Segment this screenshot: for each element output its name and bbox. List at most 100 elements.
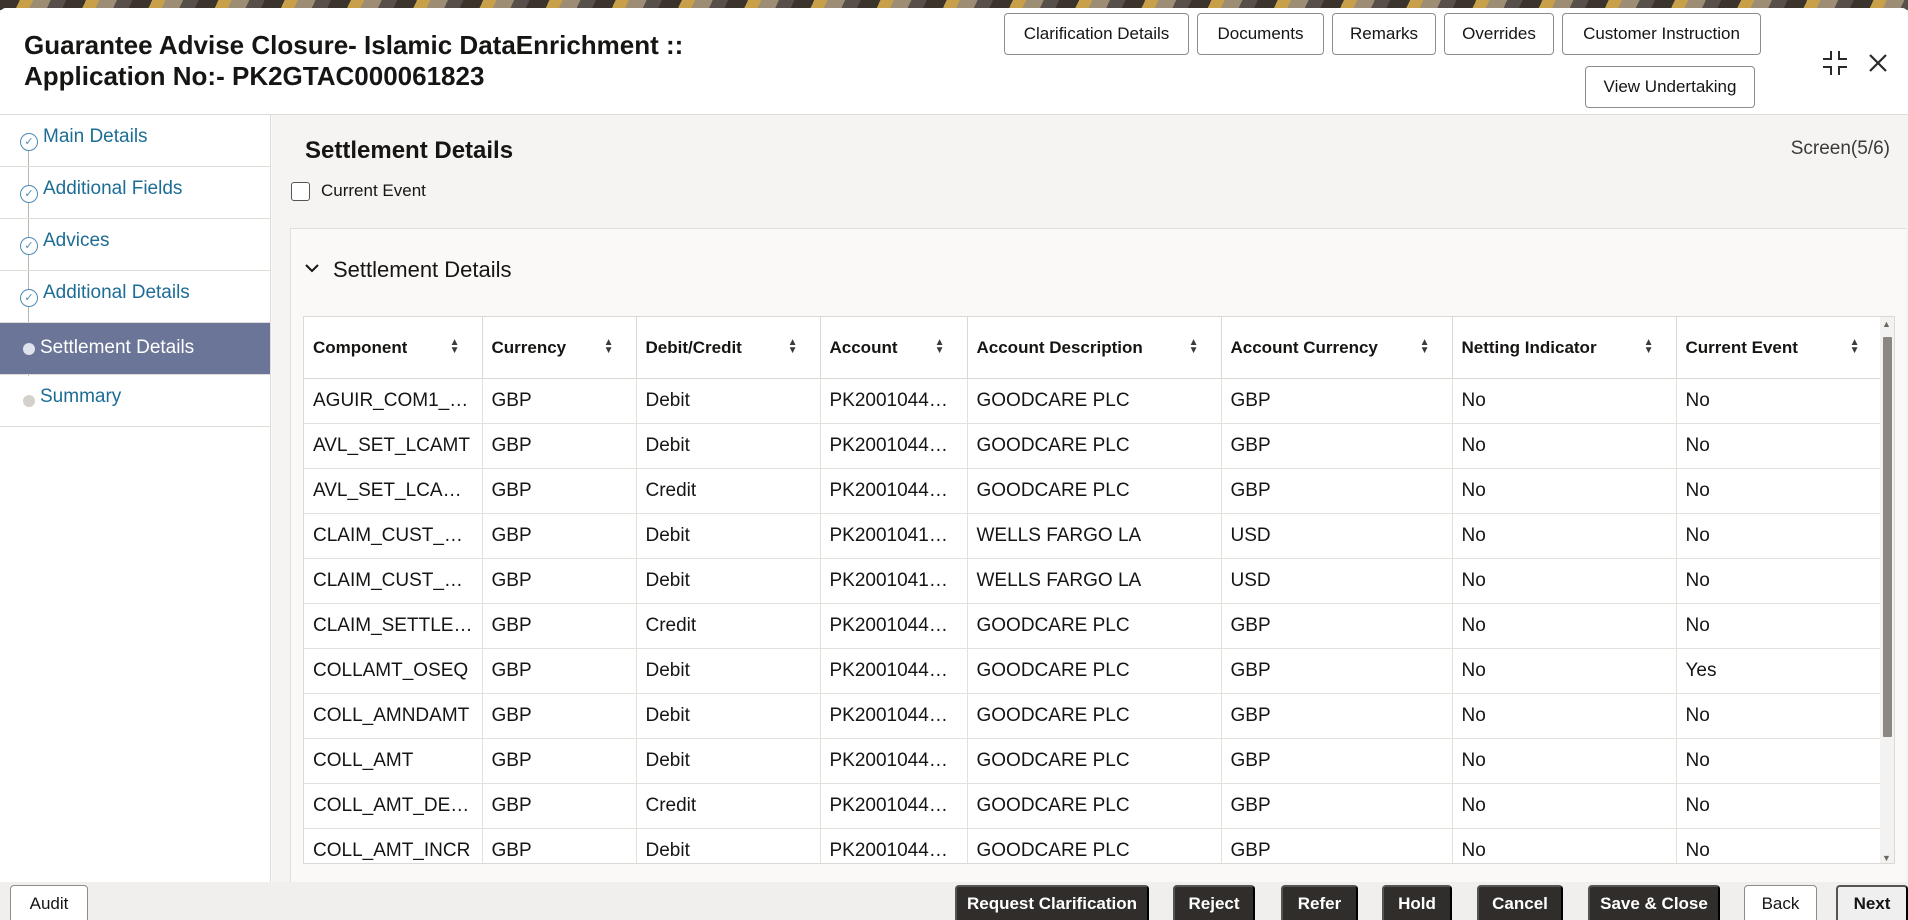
sort-icon[interactable]: ▲ ▼ (1420, 338, 1430, 356)
table-cell: GBP (482, 423, 637, 469)
collapse-icon[interactable] (1820, 48, 1850, 78)
table-cell: COLLAMT_OSEQ (304, 648, 483, 694)
table-row[interactable]: COLL_AMT_INCRGBPDebitPK2001044000001GOOD… (304, 828, 1883, 863)
table-row[interactable]: COLL_AMTGBPDebitPK2001044000001GOODCARE … (304, 738, 1883, 784)
scrollbar-thumb[interactable] (1883, 337, 1892, 737)
column-header-component[interactable]: Component ▲ ▼ (304, 317, 483, 379)
column-header-account[interactable]: Account ▲ ▼ (820, 317, 968, 379)
clarification-details-button[interactable]: Clarification Details (1004, 13, 1189, 55)
table-row[interactable]: CLAIM_SETTLE_AMTGBPCreditPK2001044000001… (304, 603, 1883, 649)
table-row[interactable]: CLAIM_CUST_AMT_EQGBPDebitPK2001041000001… (304, 558, 1883, 604)
column-header-debit-credit[interactable]: Debit/Credit ▲ ▼ (636, 317, 821, 379)
table-cell: GOODCARE PLC (967, 828, 1222, 863)
table-cell: GBP (482, 648, 637, 694)
column-header-netting-indicator[interactable]: Netting Indicator ▲ ▼ (1452, 317, 1677, 379)
table-row[interactable]: AGUIR_COM1_LIQDGBPDebitPK2001044000001GO… (304, 378, 1883, 424)
refer-button[interactable]: Refer (1281, 885, 1358, 920)
table-cell: Debit (636, 423, 821, 469)
reject-button[interactable]: Reject (1173, 885, 1255, 920)
current-event-checkbox[interactable]: Current Event (291, 181, 426, 201)
remarks-button[interactable]: Remarks (1332, 13, 1436, 55)
table-cell: No (1452, 468, 1677, 514)
cancel-button[interactable]: Cancel (1477, 885, 1563, 920)
table-cell: No (1452, 378, 1677, 424)
table-header-row: Component ▲ ▼ Currency ▲ ▼ Debit/Credit ▲ ▼ Ac… (304, 317, 1883, 379)
sort-icon[interactable]: ▲ ▼ (788, 338, 798, 356)
table-cell: CLAIM_CUST_AMT (304, 513, 483, 559)
sidebar-item-label: Main Details (43, 126, 148, 147)
column-header-current-event[interactable]: Current Event ▲ ▼ (1676, 317, 1883, 379)
checkmark-icon: ✓ (20, 185, 38, 203)
table-cell: GBP (482, 828, 637, 863)
table-row[interactable]: COLL_AMT_DECRGBPCreditPK2001044000001GOO… (304, 783, 1883, 829)
column-header-account-description[interactable]: Account Description ▲ ▼ (967, 317, 1222, 379)
table-cell: No (1676, 468, 1883, 514)
sort-icon[interactable]: ▲ ▼ (450, 338, 460, 356)
table-cell: GOODCARE PLC (967, 738, 1222, 784)
sort-icon[interactable]: ▲ ▼ (604, 338, 614, 356)
table-cell: Credit (636, 783, 821, 829)
scroll-down-icon[interactable]: ▼ (1882, 853, 1891, 863)
table-cell: USD (1221, 513, 1453, 559)
table-cell: GOODCARE PLC (967, 468, 1222, 514)
table-cell: No (1676, 513, 1883, 559)
column-header-currency[interactable]: Currency ▲ ▼ (482, 317, 637, 379)
audit-button[interactable]: Audit (10, 885, 88, 920)
table-cell: CLAIM_CUST_AMT_EQ (304, 558, 483, 604)
request-clarification-button[interactable]: Request Clarification (955, 885, 1149, 920)
table-cell: No (1676, 783, 1883, 829)
section-title: Settlement Details (333, 257, 512, 282)
table-row[interactable]: AVL_SET_LCAMT_EQGBPCreditPK2001044000001… (304, 468, 1883, 514)
table-cell: No (1452, 513, 1677, 559)
table-cell: GBP (482, 558, 637, 604)
sidebar-item-additional-fields[interactable]: ✓ Additional Fields (0, 167, 270, 219)
table-cell: GOODCARE PLC (967, 783, 1222, 829)
table-cell: Credit (636, 603, 821, 649)
checkbox-icon[interactable] (291, 181, 310, 201)
sort-icon[interactable]: ▲ ▼ (1850, 338, 1860, 356)
table-cell: WELLS FARGO LA (967, 558, 1222, 604)
table-cell: No (1676, 603, 1883, 649)
sort-icon[interactable]: ▲ ▼ (935, 338, 945, 356)
column-header-account-currency[interactable]: Account Currency ▲ ▼ (1221, 317, 1453, 379)
scroll-up-icon[interactable]: ▲ (1882, 319, 1891, 329)
sidebar-item-advices[interactable]: ✓ Advices (0, 219, 270, 271)
save-close-button[interactable]: Save & Close (1588, 885, 1720, 920)
sidebar-item-settlement-details[interactable]: Settlement Details (0, 323, 270, 375)
table-cell: No (1676, 558, 1883, 604)
next-button[interactable]: Next (1836, 885, 1908, 920)
table-cell: GBP (1221, 693, 1453, 739)
overrides-button[interactable]: Overrides (1444, 13, 1554, 55)
sidebar-item-label: Settlement Details (40, 337, 195, 358)
table-cell: PK2001041000001 (820, 558, 968, 604)
table-cell: No (1452, 738, 1677, 784)
customer-instruction-button[interactable]: Customer Instruction (1562, 13, 1761, 55)
table-row[interactable]: AVL_SET_LCAMTGBPDebitPK2001044000001GOOD… (304, 423, 1883, 469)
table-cell: COLL_AMNDAMT (304, 693, 483, 739)
table-cell: PK2001044000001 (820, 423, 968, 469)
table-row[interactable]: CLAIM_CUST_AMTGBPDebitPK2001041000001WEL… (304, 513, 1883, 559)
view-undertaking-button[interactable]: View Undertaking (1585, 66, 1755, 108)
sidebar-item-additional-details[interactable]: ✓ Additional Details (0, 271, 270, 323)
table-cell: USD (1221, 558, 1453, 604)
documents-button[interactable]: Documents (1197, 13, 1324, 55)
data-table: Component ▲ ▼ Currency ▲ ▼ Debit/Credit ▲ ▼ Ac… (304, 317, 1883, 863)
vertical-scrollbar[interactable]: ▲ ▼ (1880, 317, 1894, 863)
table-row[interactable]: COLLAMT_OSEQGBPDebitPK2001044000001GOODC… (304, 648, 1883, 694)
sort-icon[interactable]: ▲ ▼ (1644, 338, 1654, 356)
table-row[interactable]: COLL_AMNDAMTGBPDebitPK2001044000001GOODC… (304, 693, 1883, 739)
table-cell: Yes (1676, 648, 1883, 694)
table-cell: PK2001044000001 (820, 603, 968, 649)
sidebar-item-main-details[interactable]: ✓ Main Details (0, 115, 270, 167)
table-cell: GBP (482, 693, 637, 739)
back-button[interactable]: Back (1744, 885, 1817, 920)
section-toggle[interactable]: Settlement Details (305, 257, 512, 283)
checkbox-label: Current Event (321, 181, 426, 200)
sidebar-item-summary[interactable]: Summary (0, 375, 270, 427)
table-cell: CLAIM_SETTLE_AMT (304, 603, 483, 649)
table-cell: AVL_SET_LCAMT_EQ (304, 468, 483, 514)
sort-icon[interactable]: ▲ ▼ (1189, 338, 1199, 356)
footer: Audit Request Clarification Reject Refer… (0, 882, 1908, 920)
close-icon[interactable] (1863, 48, 1893, 78)
hold-button[interactable]: Hold (1382, 885, 1452, 920)
